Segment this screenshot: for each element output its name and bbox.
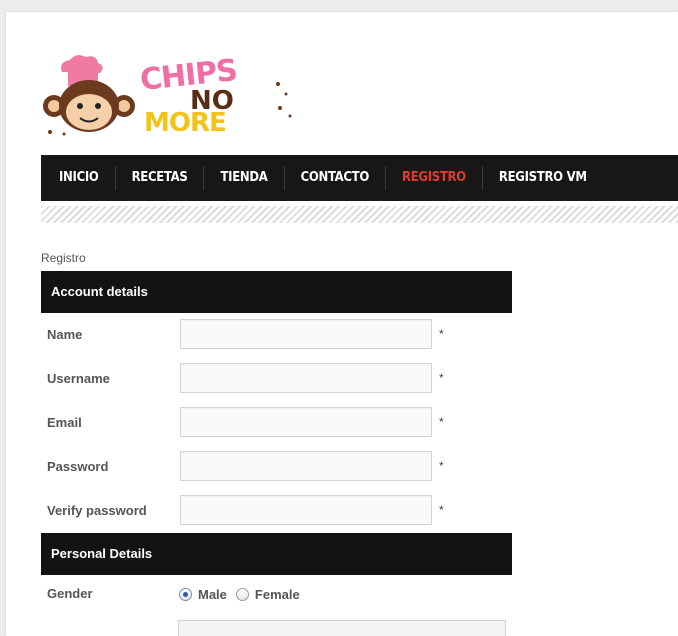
- gender-male-label[interactable]: Male: [198, 587, 227, 602]
- name-label: Name: [47, 327, 83, 342]
- site-logo[interactable]: CHIPS NO MORE: [40, 50, 296, 138]
- name-required-mark: *: [439, 327, 444, 341]
- nav-item-tienda[interactable]: TIENDA: [203, 166, 283, 190]
- gender-radio-group: Male Female: [179, 587, 309, 602]
- gender-label: Gender: [47, 586, 93, 601]
- email-required-mark: *: [439, 415, 444, 429]
- logo-word-more: MORE: [144, 108, 227, 138]
- nav-item-registro[interactable]: REGISTRO: [385, 166, 482, 190]
- gender-female-radio[interactable]: [235, 588, 249, 601]
- main-nav: INICIO RECETAS TIENDA CONTACTO REGISTRO …: [41, 155, 678, 201]
- gender-female-label[interactable]: Female: [255, 587, 300, 602]
- nav-item-registro-vm[interactable]: REGISTRO VM: [481, 166, 603, 190]
- nav-divider-stripes: [41, 206, 678, 223]
- nav-item-inicio[interactable]: INICIO: [41, 166, 115, 190]
- email-field[interactable]: [180, 407, 432, 437]
- password-required-mark: *: [439, 459, 444, 473]
- password-label: Password: [47, 459, 109, 474]
- nav-item-recetas[interactable]: RECETAS: [114, 166, 204, 190]
- verify-password-field[interactable]: [180, 495, 432, 525]
- name-field[interactable]: [180, 319, 432, 349]
- breadcrumb: Registro: [41, 251, 86, 265]
- personal-details-header: Personal Details: [41, 533, 512, 575]
- username-required-mark: *: [439, 371, 444, 385]
- nav-item-contacto[interactable]: CONTACTO: [283, 166, 385, 190]
- password-field[interactable]: [180, 451, 432, 481]
- account-details-header: Account details: [41, 271, 512, 313]
- verify-password-required-mark: *: [439, 503, 444, 517]
- username-field[interactable]: [180, 363, 432, 393]
- username-label: Username: [47, 371, 110, 386]
- email-label: Email: [47, 415, 82, 430]
- page: CHIPS NO MORE INICIO RECETAS TIENDA CONT…: [6, 12, 678, 636]
- next-field-input[interactable]: [178, 620, 506, 636]
- gender-male-radio[interactable]: [179, 588, 192, 601]
- verify-password-label: Verify password: [47, 503, 147, 518]
